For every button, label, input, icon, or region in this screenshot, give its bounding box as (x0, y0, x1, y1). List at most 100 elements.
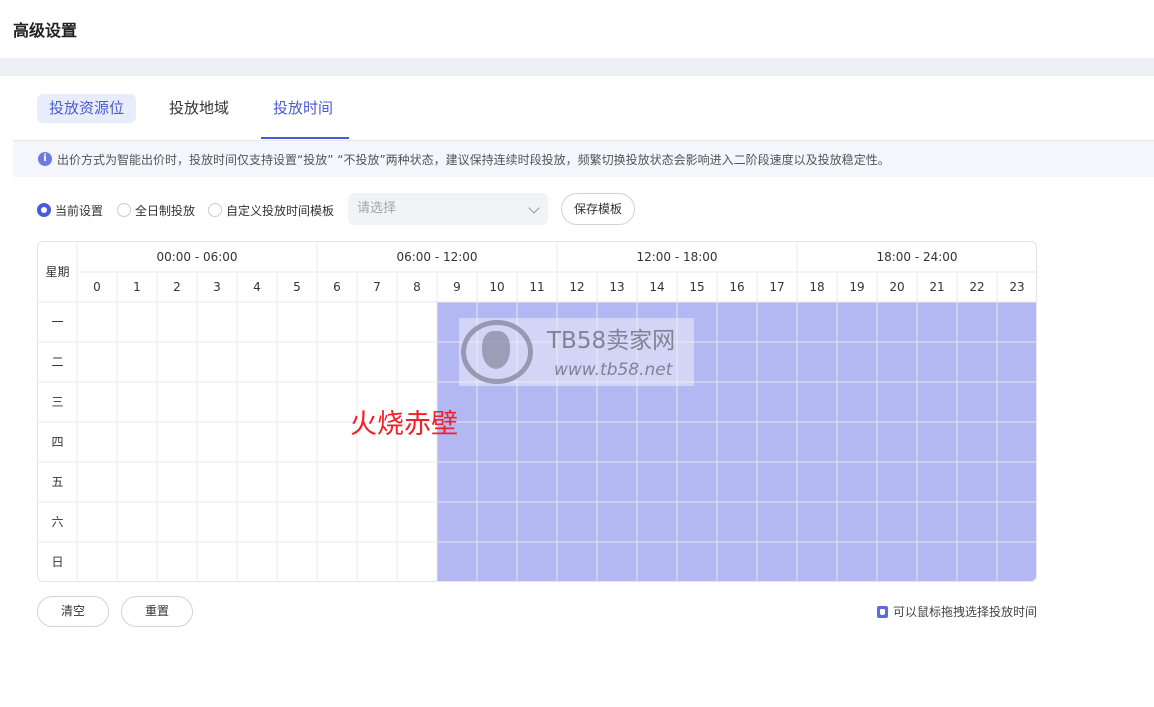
schedule-cell[interactable] (397, 462, 437, 502)
schedule-cell-selected[interactable] (917, 342, 957, 382)
schedule-cell-selected[interactable] (477, 382, 517, 422)
schedule-cell[interactable] (197, 302, 237, 342)
schedule-cell[interactable] (77, 382, 117, 422)
schedule-cell[interactable] (197, 382, 237, 422)
schedule-cell-selected[interactable] (717, 502, 757, 542)
schedule-cell[interactable] (77, 302, 117, 342)
schedule-cell[interactable] (197, 342, 237, 382)
schedule-cell[interactable] (117, 302, 157, 342)
radio-full-day[interactable]: 全日制投放 (117, 202, 195, 218)
schedule-cell-selected[interactable] (597, 382, 637, 422)
schedule-cell-selected[interactable] (837, 342, 877, 382)
schedule-cell-selected[interactable] (437, 542, 477, 582)
schedule-cell[interactable] (357, 502, 397, 542)
schedule-cell-selected[interactable] (757, 542, 797, 582)
schedule-cell[interactable] (397, 302, 437, 342)
schedule-cell-selected[interactable] (477, 422, 517, 462)
schedule-cell-selected[interactable] (877, 462, 917, 502)
schedule-cell-selected[interactable] (877, 342, 917, 382)
schedule-cell[interactable] (117, 382, 157, 422)
schedule-cell-selected[interactable] (757, 382, 797, 422)
schedule-cell-selected[interactable] (677, 422, 717, 462)
schedule-cell-selected[interactable] (597, 462, 637, 502)
schedule-cell-selected[interactable] (997, 462, 1037, 502)
schedule-cell-selected[interactable] (677, 502, 717, 542)
schedule-cell-selected[interactable] (997, 542, 1037, 582)
schedule-cell-selected[interactable] (717, 542, 757, 582)
schedule-cell-selected[interactable] (597, 542, 637, 582)
schedule-cell-selected[interactable] (917, 302, 957, 342)
schedule-cell-selected[interactable] (557, 542, 597, 582)
schedule-cell-selected[interactable] (877, 502, 917, 542)
schedule-cell[interactable] (357, 542, 397, 582)
schedule-cell-selected[interactable] (637, 542, 677, 582)
schedule-cell[interactable] (317, 302, 357, 342)
schedule-cell-selected[interactable] (997, 302, 1037, 342)
schedule-cell-selected[interactable] (517, 502, 557, 542)
schedule-cell[interactable] (77, 422, 117, 462)
schedule-cell-selected[interactable] (957, 382, 997, 422)
schedule-cell[interactable] (157, 502, 197, 542)
schedule-cell[interactable] (397, 502, 437, 542)
schedule-cell-selected[interactable] (797, 422, 837, 462)
schedule-cell-selected[interactable] (557, 382, 597, 422)
schedule-grid-svg[interactable]: 星期 00:00 - 06:00 06:00 - 12:00 12:00 - 18:0… (38, 242, 1037, 582)
schedule-cell[interactable] (77, 502, 117, 542)
schedule-cell-selected[interactable] (757, 462, 797, 502)
schedule-cell-selected[interactable] (917, 462, 957, 502)
schedule-cell-selected[interactable] (477, 502, 517, 542)
schedule-cell-selected[interactable] (717, 462, 757, 502)
schedule-cell[interactable] (157, 462, 197, 502)
schedule-cell[interactable] (77, 342, 117, 382)
schedule-cell[interactable] (317, 542, 357, 582)
schedule-cell-selected[interactable] (837, 302, 877, 342)
schedule-cell[interactable] (397, 342, 437, 382)
schedule-cell[interactable] (237, 382, 277, 422)
schedule-cell[interactable] (317, 502, 357, 542)
schedule-cell-selected[interactable] (717, 382, 757, 422)
radio-current-setting[interactable]: 当前设置 (37, 202, 103, 218)
schedule-cell[interactable] (117, 342, 157, 382)
schedule-cell-selected[interactable] (757, 342, 797, 382)
schedule-cell-selected[interactable] (877, 302, 917, 342)
radio-custom-template[interactable]: 自定义投放时间模板 (208, 202, 334, 218)
schedule-cell[interactable] (157, 302, 197, 342)
schedule-cell-selected[interactable] (757, 422, 797, 462)
schedule-cell[interactable] (117, 502, 157, 542)
schedule-cell-selected[interactable] (957, 342, 997, 382)
save-template-button[interactable]: 保存模板 (561, 193, 635, 225)
schedule-cell-selected[interactable] (877, 542, 917, 582)
schedule-cell-selected[interactable] (517, 462, 557, 502)
schedule-cell-selected[interactable] (437, 502, 477, 542)
schedule-cell-selected[interactable] (437, 462, 477, 502)
schedule-cell-selected[interactable] (637, 382, 677, 422)
schedule-cell[interactable] (277, 542, 317, 582)
schedule-cell[interactable] (397, 542, 437, 582)
schedule-cell-selected[interactable] (477, 542, 517, 582)
schedule-cell-selected[interactable] (957, 302, 997, 342)
schedule-cell-selected[interactable] (917, 542, 957, 582)
schedule-cell-selected[interactable] (517, 422, 557, 462)
schedule-cell-selected[interactable] (877, 422, 917, 462)
schedule-cell[interactable] (277, 502, 317, 542)
schedule-cell-selected[interactable] (717, 342, 757, 382)
schedule-cell-selected[interactable] (917, 382, 957, 422)
schedule-cell-selected[interactable] (557, 462, 597, 502)
schedule-cell-selected[interactable] (717, 422, 757, 462)
schedule-cell-selected[interactable] (797, 342, 837, 382)
schedule-cell[interactable] (157, 342, 197, 382)
schedule-cell-selected[interactable] (757, 502, 797, 542)
schedule-cell[interactable] (157, 422, 197, 462)
schedule-cell-selected[interactable] (917, 422, 957, 462)
schedule-cell-selected[interactable] (877, 382, 917, 422)
schedule-cell[interactable] (357, 342, 397, 382)
schedule-cell-selected[interactable] (557, 502, 597, 542)
schedule-cell[interactable] (237, 542, 277, 582)
tab-region[interactable]: 投放地域 (157, 94, 241, 123)
schedule-cell-selected[interactable] (797, 382, 837, 422)
schedule-cell-selected[interactable] (797, 462, 837, 502)
schedule-cell-selected[interactable] (517, 382, 557, 422)
schedule-cell-selected[interactable] (677, 462, 717, 502)
schedule-cell[interactable] (277, 342, 317, 382)
reset-button[interactable]: 重置 (121, 596, 193, 627)
